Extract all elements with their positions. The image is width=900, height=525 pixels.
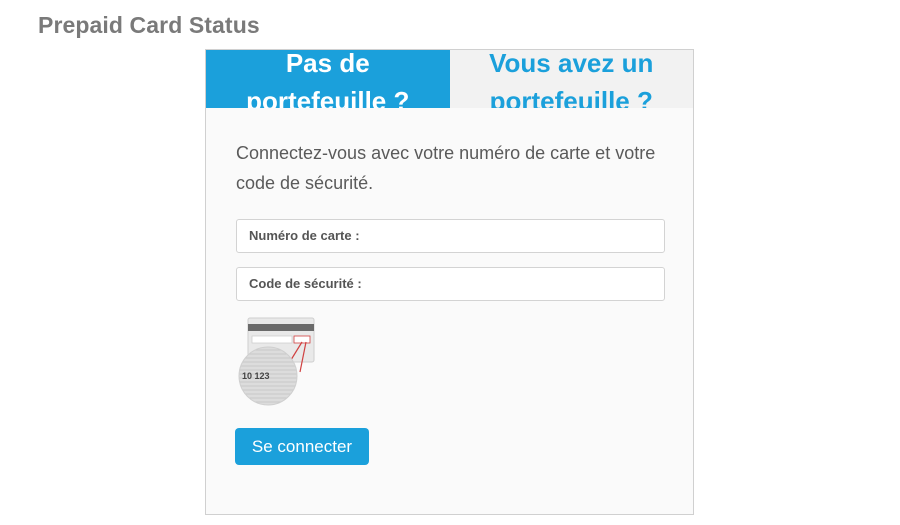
login-panel: Pas de portefeuille ? Vous avez un porte… — [205, 49, 694, 515]
form-body: Connectez-vous avec votre numéro de cart… — [206, 108, 693, 198]
security-code-label: Code de sécurité : — [249, 276, 362, 291]
tab-have-wallet-line2: portefeuille ? — [489, 86, 653, 108]
tab-have-wallet[interactable]: Vous avez un portefeuille ? — [449, 50, 693, 108]
tab-have-wallet-line1: Vous avez un — [489, 50, 654, 78]
tab-no-wallet[interactable]: Pas de portefeuille ? — [206, 50, 450, 108]
card-number-field[interactable]: Numéro de carte : — [236, 219, 665, 253]
page-title: Prepaid Card Status — [38, 12, 260, 38]
login-button[interactable]: Se connecter — [235, 428, 369, 465]
tab-no-wallet-line1: Pas de — [285, 50, 370, 78]
tab-bar: Pas de portefeuille ? Vous avez un porte… — [206, 50, 693, 108]
security-code-field[interactable]: Code de sécurité : — [236, 267, 665, 301]
tab-no-wallet-line2: portefeuille ? — [246, 86, 410, 108]
card-number-label: Numéro de carte : — [249, 228, 360, 243]
intro-text: Connectez-vous avec votre numéro de cart… — [236, 143, 656, 193]
card-security-code-icon: 10 123 — [238, 317, 315, 406]
page: Prepaid Card Status Pas de portefeuille … — [0, 0, 900, 525]
sample-code-text: 10 123 — [242, 371, 270, 381]
